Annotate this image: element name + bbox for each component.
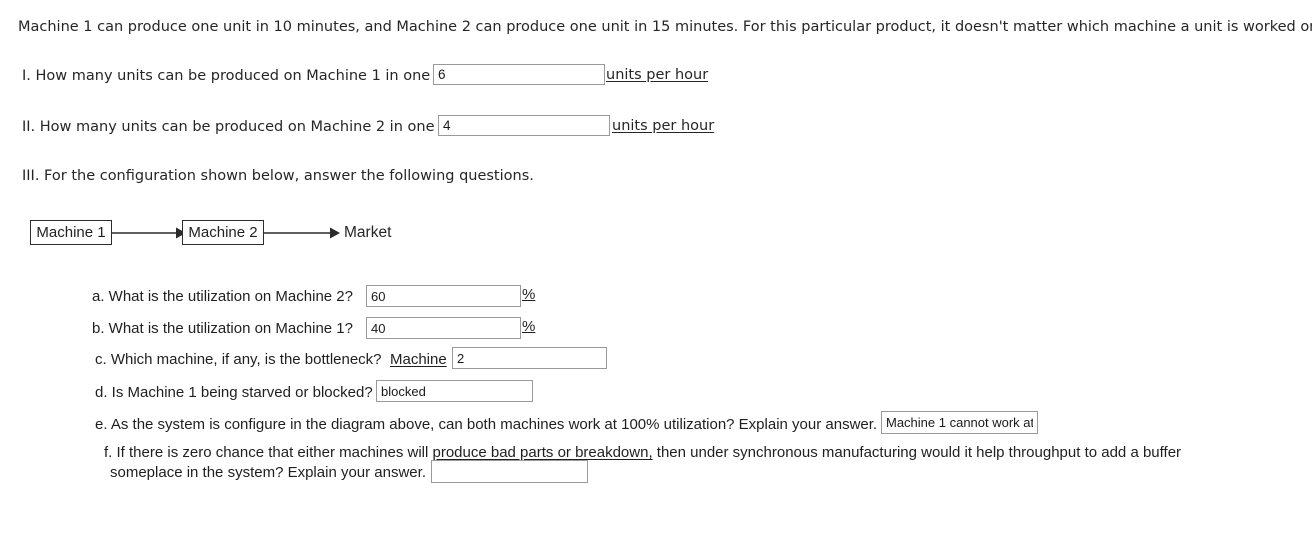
subquestion-f-text-post: then under synchronous manufacturing wou… [652, 444, 1182, 461]
subquestion-f-text-underlined: produce bad parts or breakdown, [432, 444, 653, 461]
diagram-node-machine-1: Machine 1 [30, 220, 112, 245]
intro-paragraph: Machine 1 can produce one unit in 10 min… [18, 19, 1312, 35]
question-1-input-value: 6 [438, 67, 446, 82]
subquestion-b-input[interactable]: 40 [366, 317, 521, 339]
subquestion-a-input[interactable]: 60 [366, 285, 521, 307]
diagram-node-machine-2: Machine 2 [182, 220, 264, 245]
diagram-arrow-2 [264, 227, 340, 239]
subquestion-f-input[interactable] [431, 460, 588, 483]
subquestion-d-input[interactable]: blocked [376, 380, 533, 402]
subquestion-c-input-value: 2 [457, 350, 465, 366]
subquestion-e-input-value: Machine 1 cannot work at [886, 415, 1033, 430]
question-2-unit-label: units per hour [612, 118, 715, 134]
subquestion-a-input-value: 60 [371, 288, 386, 304]
question-1-input[interactable]: 6 [433, 64, 605, 85]
question-2-input-value: 4 [443, 118, 451, 133]
subquestion-b-prompt: b. What is the utilization on Machine 1? [92, 320, 353, 337]
process-flow-diagram: Machine 1 Machine 2 Market [30, 212, 450, 254]
subquestion-d-prompt: d. Is Machine 1 being starved or blocked… [95, 384, 373, 401]
subquestion-d-input-value: blocked [381, 383, 426, 399]
subquestion-c-prompt: c. Which machine, if any, is the bottlen… [95, 351, 382, 368]
subquestion-c-inline-label: Machine [390, 351, 447, 368]
subquestion-a-percent-label: % [522, 286, 536, 303]
subquestion-a-prompt: a. What is the utilization on Machine 2? [92, 288, 353, 305]
subquestion-f-text-pre: f. If there is zero chance that either m… [104, 444, 433, 461]
question-2-prompt: II. How many units can be produced on Ma… [22, 119, 481, 135]
subquestion-e-prompt: e. As the system is configure in the dia… [95, 416, 878, 433]
question-3-prompt: III. For the configuration shown below, … [22, 168, 534, 184]
question-2-input[interactable]: 4 [438, 115, 610, 136]
subquestion-b-percent-label: % [522, 318, 536, 335]
diagram-node-machine-1-label: Machine 1 [36, 224, 106, 241]
diagram-node-machine-2-label: Machine 2 [188, 224, 258, 241]
subquestion-e-input[interactable]: Machine 1 cannot work at [881, 411, 1038, 434]
subquestion-f-prompt-line2: someplace in the system? Explain your an… [110, 464, 426, 481]
diagram-arrow-1 [112, 227, 186, 239]
question-1-prompt: I. How many units can be produced on Mac… [22, 68, 476, 84]
question-1-unit-label: units per hour [606, 67, 709, 83]
diagram-node-market-label: Market [344, 224, 392, 241]
subquestion-b-input-value: 40 [371, 320, 386, 336]
subquestion-c-input[interactable]: 2 [452, 347, 607, 369]
subquestion-f-prompt-line1: f. If there is zero chance that either m… [104, 443, 1181, 462]
